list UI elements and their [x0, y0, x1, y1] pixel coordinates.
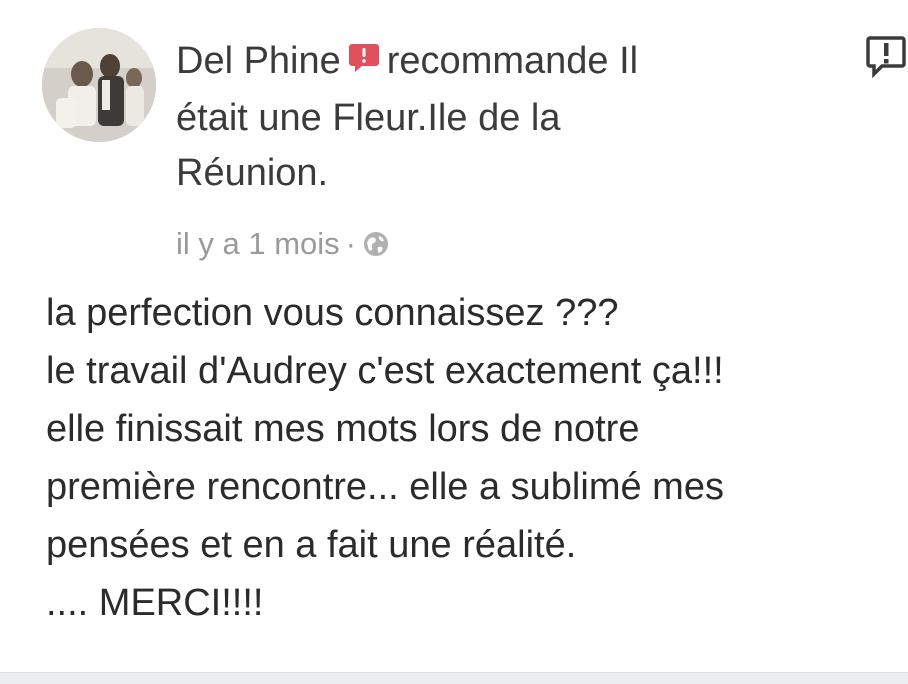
- avatar[interactable]: [42, 28, 156, 142]
- post-body-line: pensées et en a fait une réalité.: [46, 524, 577, 566]
- post-body-line: elle finissait mes mots lors de notre: [46, 408, 640, 450]
- post-body-line: première rencontre... elle a sublimé mes: [46, 466, 724, 508]
- recommend-speech-bubble-icon: [347, 36, 381, 91]
- avatar-photo-icon: [42, 28, 156, 142]
- recommendation-card: Del Phine recommande Il était une Fleur.I…: [0, 0, 908, 672]
- recommend-action-line2[interactable]: était une Fleur.Ile de la: [176, 97, 560, 139]
- report-flag-icon[interactable]: [866, 34, 908, 85]
- recommend-action-line3[interactable]: Réunion.: [176, 152, 328, 194]
- meta-separator: ·: [345, 226, 356, 261]
- post-timestamp[interactable]: il y a 1 mois: [176, 226, 340, 261]
- globe-icon[interactable]: [362, 228, 390, 268]
- recommend-action-line1[interactable]: recommande Il: [387, 40, 638, 82]
- post-body-line: la perfection vous connaissez ???: [46, 292, 619, 334]
- author-name[interactable]: Del Phine: [176, 40, 341, 82]
- post-body-line: le travail d'Audrey c'est exactement ça!…: [46, 350, 724, 392]
- post-meta: il y a 1 mois ·: [176, 224, 390, 268]
- card-divider: [0, 672, 908, 684]
- post-header: Del Phine recommande Il était une Fleur.I…: [176, 34, 816, 201]
- post-body: la perfection vous connaissez ??? le tra…: [46, 284, 896, 632]
- post-body-line: .... MERCI!!!!: [46, 582, 264, 624]
